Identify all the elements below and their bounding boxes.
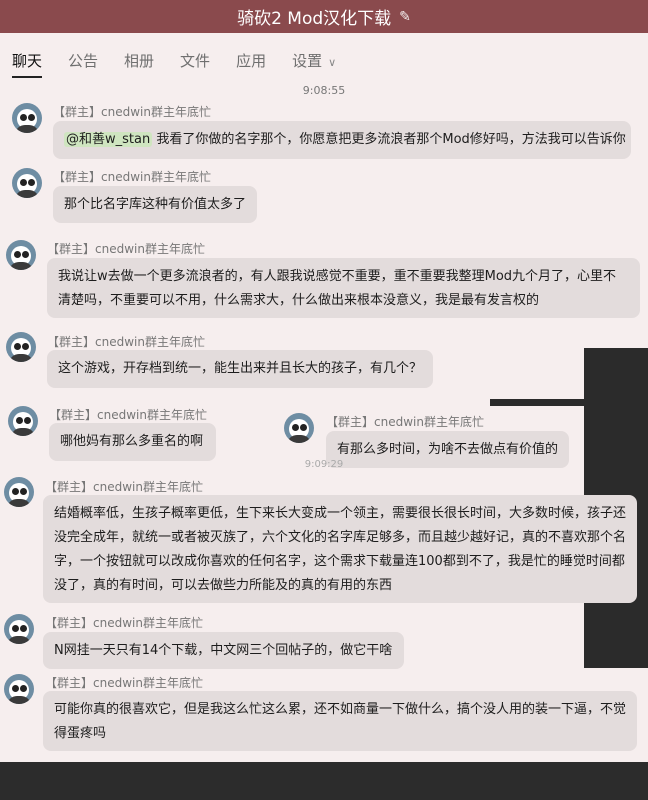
message-bubble: N网挂一天只有14个下载，中文网三个回帖子的，做它干啥: [43, 632, 404, 669]
avatar[interactable]: [4, 614, 34, 644]
message-text: 我看了你做的名字那个，你愿意把更多流浪者那个Mod修好吗，方法我可以告诉你: [156, 132, 626, 147]
avatar[interactable]: [6, 240, 36, 270]
message-bubble: 结婚概率低，生孩子概率更低，生下来长大变成一个领主，需要很长很长时间，大多数时候…: [43, 495, 637, 603]
tab-announcement[interactable]: 公告: [68, 44, 98, 78]
avatar[interactable]: [8, 406, 38, 436]
tab-settings[interactable]: 设置 ∨: [292, 44, 336, 78]
tab-chat[interactable]: 聊天: [12, 44, 43, 78]
sender-name: 【群主】cnedwin群主年底忙: [53, 105, 211, 119]
sender-name: 【群主】cnedwin群主年底忙: [47, 335, 205, 349]
avatar[interactable]: [6, 332, 36, 362]
tab-files[interactable]: 文件: [180, 44, 210, 78]
avatar[interactable]: [4, 477, 34, 507]
message-bubble: 可能你真的很喜欢它，但是我这么忙这么累，还不如商量一下做什么，搞个没人用的装一下…: [43, 691, 637, 751]
overlay-divider: [490, 399, 584, 406]
avatar[interactable]: [4, 674, 34, 704]
edit-icon[interactable]: ✎: [399, 9, 411, 25]
tab-bar: 聊天 公告 相册 文件 应用 设置 ∨: [0, 44, 648, 78]
window-title-bar: 骑砍2 Mod汉化下载 ✎: [0, 0, 648, 33]
message-bubble: 哪他妈有那么多重名的啊: [49, 423, 216, 461]
avatar[interactable]: [284, 413, 314, 443]
sender-name: 【群主】cnedwin群主年底忙: [45, 676, 203, 690]
sender-name: 【群主】cnedwin群主年底忙: [49, 408, 207, 422]
tab-settings-label: 设置: [292, 52, 323, 70]
chevron-down-icon: ∨: [328, 56, 337, 69]
message-bubble: @和善w_stan 我看了你做的名字那个，你愿意把更多流浪者那个Mod修好吗，方…: [53, 121, 631, 159]
avatar[interactable]: [12, 103, 42, 133]
sender-name: 【群主】cnedwin群主年底忙: [47, 242, 205, 256]
message-bubble: 这个游戏，开存档到统一，能生出来并且长大的孩子，有几个？: [47, 350, 433, 388]
message-bubble: 那个比名字库这种有价值太多了: [53, 186, 257, 223]
tab-album[interactable]: 相册: [124, 44, 154, 78]
sender-name: 【群主】cnedwin群主年底忙: [326, 415, 484, 429]
mention-tag[interactable]: @和善w_stan: [64, 132, 153, 147]
timestamp: 9:09:29: [304, 459, 344, 470]
sender-name: 【群主】cnedwin群主年底忙: [45, 480, 203, 494]
message-bubble: 我说让w去做一个更多流浪者的，有人跟我说感觉不重要，重不重要我整理Mod九个月了…: [47, 258, 640, 318]
sender-name: 【群主】cnedwin群主年底忙: [53, 170, 211, 184]
avatar[interactable]: [12, 168, 42, 198]
window-title: 骑砍2 Mod汉化下载: [237, 9, 392, 29]
input-area-overlay: [0, 762, 648, 800]
tab-apps[interactable]: 应用: [236, 44, 266, 78]
timestamp: 9:08:55: [302, 84, 346, 97]
sender-name: 【群主】cnedwin群主年底忙: [45, 616, 203, 630]
